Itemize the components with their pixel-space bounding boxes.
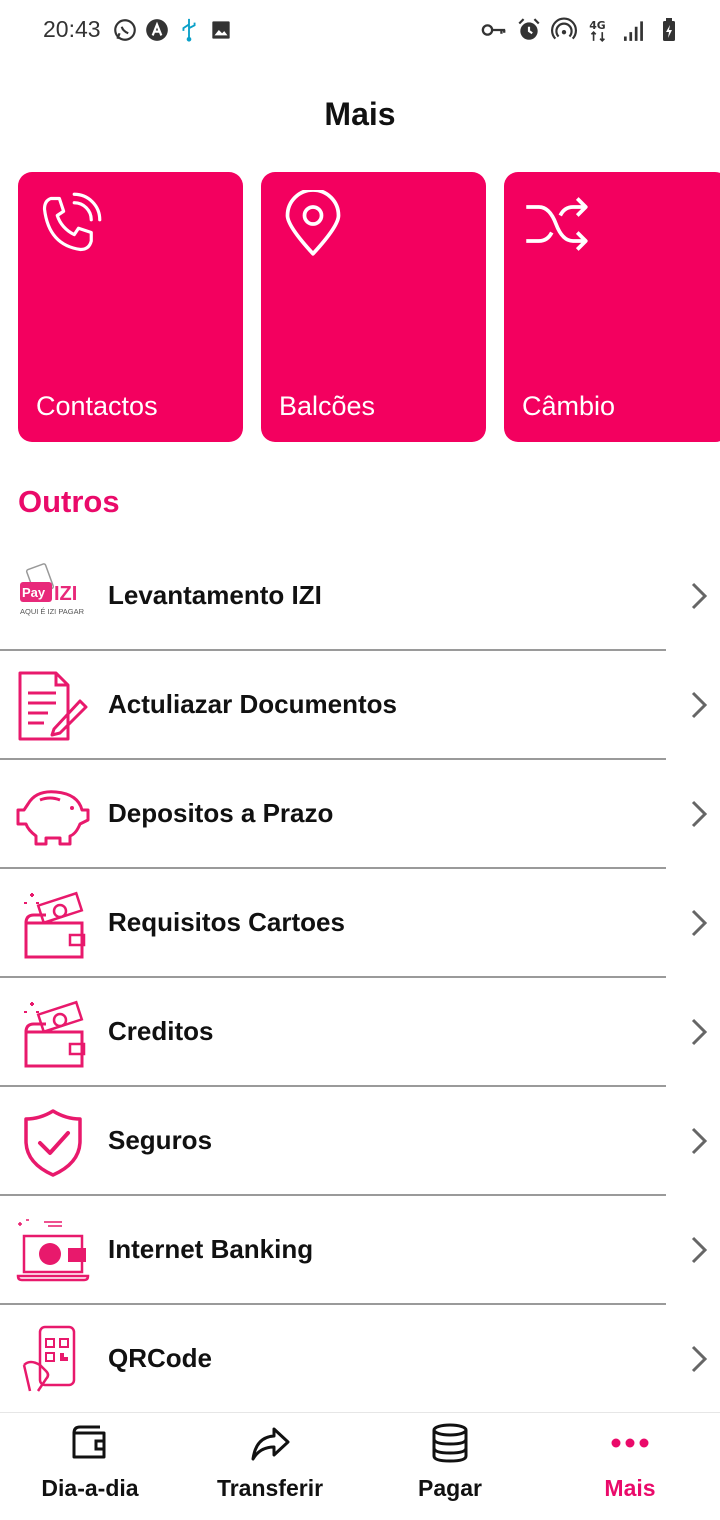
list-item-label: Internet Banking: [108, 1234, 314, 1264]
chevron-right-icon: [691, 1236, 708, 1264]
status-bar: 20:43 4G: [0, 0, 720, 60]
nav-label: Transferir: [216, 1475, 324, 1501]
usb-icon: [182, 18, 196, 42]
svg-text:IZI: IZI: [54, 583, 77, 605]
more-dots-icon: [611, 1438, 649, 1448]
shuffle-icon: [526, 197, 588, 251]
list-item-depositos-a-prazo[interactable]: Depositos a Prazo: [0, 760, 720, 869]
nav-mais[interactable]: Mais: [540, 1413, 720, 1520]
status-right-icons: 4G: [481, 17, 682, 43]
alarm-icon: [518, 18, 540, 40]
nav-label: Mais: [604, 1475, 656, 1501]
phone-icon: [42, 192, 102, 252]
list-item-label: Requisitos Cartoes: [108, 907, 345, 937]
list-item-requisitos-cartoes[interactable]: Requisitos Cartoes: [0, 869, 720, 978]
nav-pagar[interactable]: Pagar: [360, 1413, 540, 1520]
list-item-label: Actuliazar Documentos: [108, 689, 397, 719]
card-label: Contactos: [36, 391, 158, 421]
share-arrow-icon: [251, 1427, 290, 1461]
list-item-levantamento-izi[interactable]: Pay IZI AQUI É IZI PAGAR Levantamento IZ…: [0, 542, 720, 651]
card-label: Balcões: [279, 391, 376, 421]
key-icon: [481, 24, 506, 36]
a-circle-icon: [146, 19, 168, 41]
chevron-right-icon: [691, 1018, 708, 1046]
coins-stack-icon: [432, 1423, 468, 1463]
card-contactos[interactable]: Contactos: [18, 172, 243, 442]
chevron-right-icon: [691, 800, 708, 828]
page-title: Mais: [324, 96, 396, 132]
wallet-cash-icon: [24, 891, 86, 959]
chevron-right-icon: [691, 691, 708, 719]
document-edit-icon: [18, 671, 88, 741]
chevron-right-icon: [691, 909, 708, 937]
4g-icon: 4G: [589, 19, 606, 42]
list-item-label: QRCode: [108, 1343, 212, 1373]
chevron-right-icon: [691, 1345, 708, 1373]
chevron-right-icon: [691, 582, 708, 610]
image-icon: [212, 21, 230, 39]
card-cambio[interactable]: Câmbio: [504, 172, 720, 442]
nav-dia-a-dia[interactable]: Dia-a-dia: [0, 1413, 180, 1520]
quick-actions-carousel[interactable]: Contactos Balcões Câmbio: [18, 172, 720, 442]
svg-text:Pay: Pay: [22, 585, 46, 600]
payizi-logo-icon: Pay IZI AQUI É IZI PAGAR: [20, 563, 85, 616]
status-left-icons: [112, 17, 234, 43]
card-balcoes[interactable]: Balcões: [261, 172, 486, 442]
chevron-right-icon: [691, 1127, 708, 1155]
section-title-outros: Outros: [18, 484, 120, 519]
list-item-label: Levantamento IZI: [108, 580, 322, 610]
list-item-qrcode[interactable]: QRCode: [0, 1305, 720, 1414]
list-item-label: Creditos: [108, 1016, 214, 1046]
list-item-creditos[interactable]: Creditos: [0, 978, 720, 1087]
list-item-internet-banking[interactable]: Internet Banking: [0, 1196, 720, 1305]
card-label: Câmbio: [522, 391, 616, 421]
status-time: 20:43: [43, 16, 101, 42]
battery-charging-icon: [663, 18, 675, 41]
laptop-card-icon: [16, 1219, 90, 1282]
signal-icon: [623, 21, 643, 41]
hotspot-icon: [551, 17, 577, 40]
nav-label: Dia-a-dia: [41, 1475, 139, 1501]
svg-text:4G: 4G: [589, 19, 606, 32]
shield-check-icon: [24, 1109, 82, 1177]
location-pin-icon: [285, 190, 341, 256]
bottom-navigation: Dia-a-dia Transferir Pagar Mais: [0, 1412, 720, 1520]
whatsapp-icon: [114, 19, 136, 41]
list-item-actualizar-documentos[interactable]: Actuliazar Documentos: [0, 651, 720, 760]
svg-text:AQUI É IZI PAGAR: AQUI É IZI PAGAR: [20, 607, 85, 616]
services-list: Pay IZI AQUI É IZI PAGAR Levantamento IZ…: [0, 542, 720, 1414]
list-item-label: Depositos a Prazo: [108, 798, 334, 828]
phone-qr-icon: [22, 1325, 76, 1392]
list-item-seguros[interactable]: Seguros: [0, 1087, 720, 1196]
wallet-cash-icon: [24, 1000, 86, 1068]
list-item-label: Seguros: [108, 1125, 213, 1155]
nav-transferir[interactable]: Transferir: [180, 1413, 360, 1520]
piggy-bank-icon: [16, 790, 90, 846]
wallet-icon: [72, 1425, 106, 1459]
nav-label: Pagar: [418, 1475, 482, 1501]
